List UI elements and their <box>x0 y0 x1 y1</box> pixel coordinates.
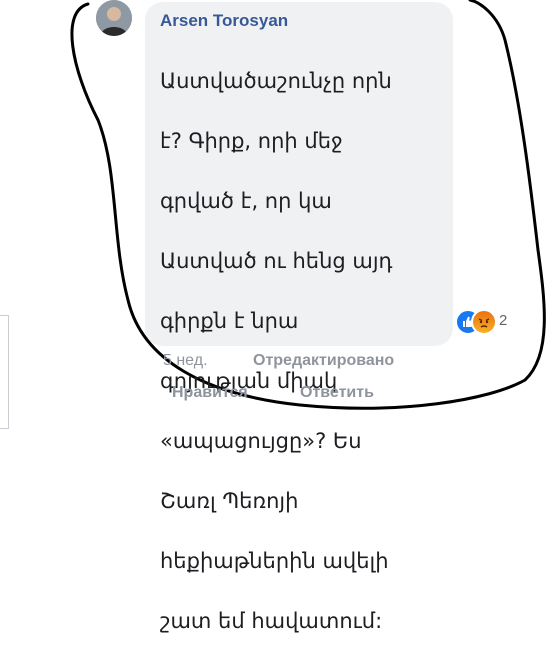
comment-text: Աստվածաշունչը որն է? Գիրք, որի մեջ գրված… <box>160 36 450 666</box>
comment-line: Շառլ Պեռոյի <box>160 489 299 513</box>
comment-line: Աստված ու հենց այդ <box>160 249 393 273</box>
comment-line: գրված է, որ կա <box>160 189 332 213</box>
comment-line: հեքիաթներին ավելի <box>160 549 389 573</box>
comment-line: Աստվածաշունչը որն <box>160 69 392 93</box>
reaction-count: 2 <box>499 312 508 329</box>
person-icon <box>96 0 132 36</box>
comment-timestamp[interactable]: 5 нед. <box>163 352 208 370</box>
comment-author[interactable]: Arsen Torosyan <box>160 11 288 31</box>
reply-link[interactable]: Ответить <box>300 384 374 402</box>
left-panel-edge <box>0 315 9 429</box>
comment-line: է? Գիրք, որի մեջ <box>160 129 343 153</box>
reaction-summary[interactable]: 2 <box>455 309 527 335</box>
comment-line: «ապացույցը»? Ես <box>160 429 362 453</box>
edited-label[interactable]: Отредактировано <box>253 352 394 370</box>
angry-icon <box>471 309 497 335</box>
avatar[interactable] <box>96 0 132 36</box>
comment-line: գիրքն է նրա <box>160 309 299 333</box>
like-link[interactable]: Нравится <box>172 384 248 402</box>
comment-line: շատ եմ հավատում: <box>160 609 383 633</box>
